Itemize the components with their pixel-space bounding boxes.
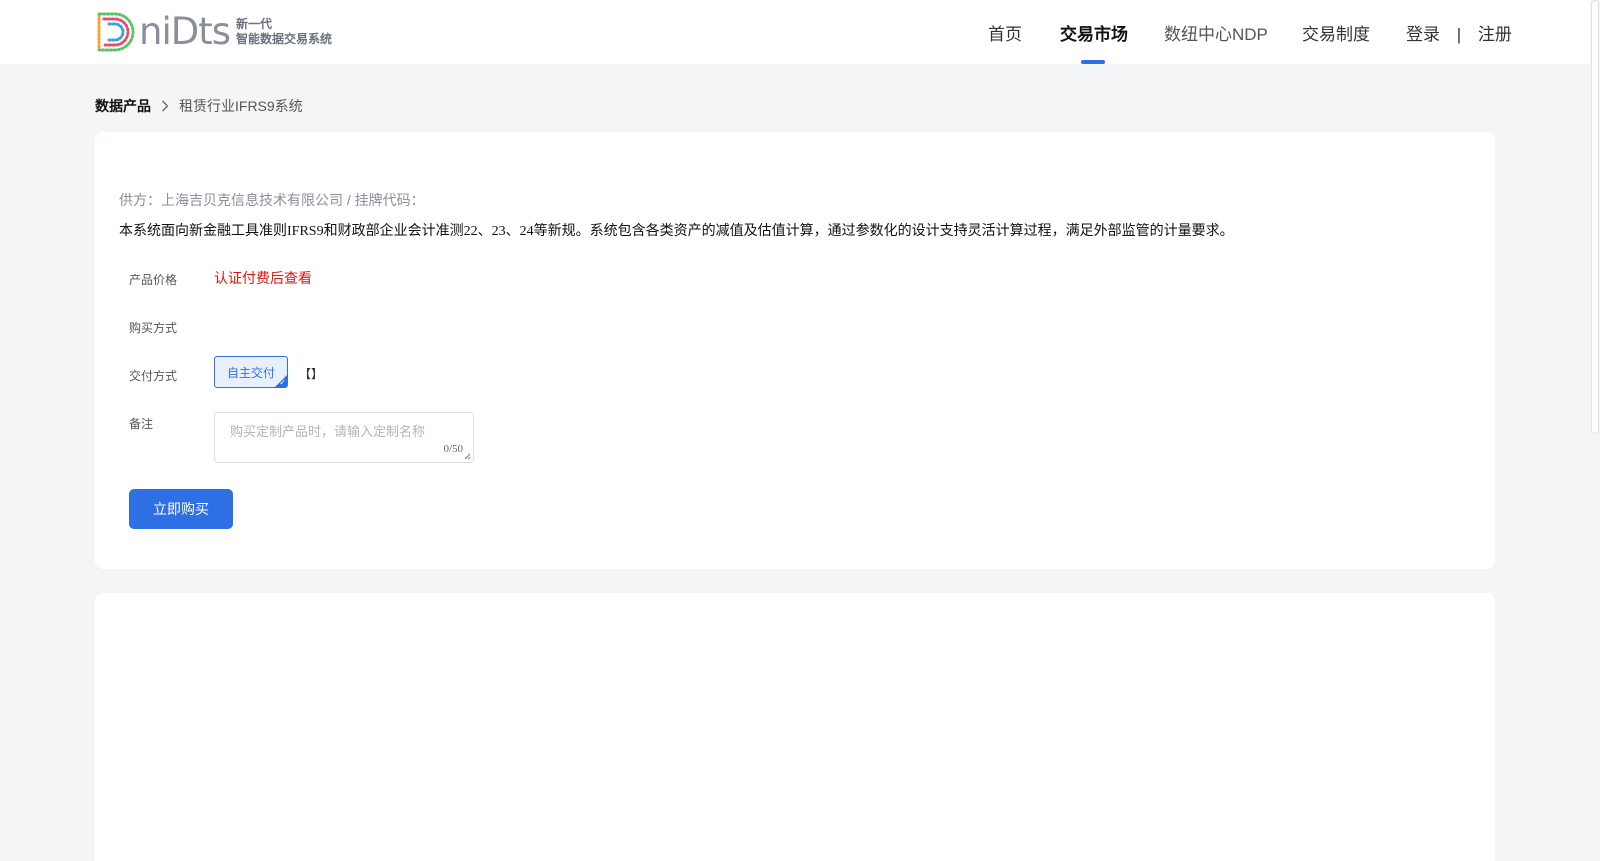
price-label: 产品价格: [129, 273, 178, 287]
remark-textarea[interactable]: 购买定制产品时，请输入定制名称 0/50: [214, 412, 474, 463]
buy-now-button[interactable]: 立即购买: [129, 489, 233, 529]
auth-links: 登录 | 注册: [1406, 20, 1512, 45]
chevron-right-icon: [162, 100, 169, 112]
remark-char-count: 0/50: [443, 443, 463, 455]
product-extra-card: [95, 593, 1495, 861]
logo-wordmark: niDts: [139, 10, 231, 53]
breadcrumb: 数据产品 租赁行业IFRS9系统: [95, 96, 303, 116]
product-detail-card: 供方：上海吉贝克信息技术有限公司 / 挂牌代码： 本系统面向新金融工具准则IFR…: [95, 132, 1495, 569]
login-link[interactable]: 登录: [1406, 25, 1440, 44]
purchase-method-label: 购买方式: [129, 321, 178, 335]
nav-trading-market[interactable]: 交易市场: [1060, 20, 1128, 45]
site-logo[interactable]: niDts 新一代 智能数据交易系统: [93, 10, 332, 54]
logo-tagline-line1: 新一代: [236, 17, 273, 31]
page-scrollbar[interactable]: [1590, 0, 1600, 861]
logo-tagline: 新一代 智能数据交易系统: [236, 17, 332, 47]
nav-trading-rules[interactable]: 交易制度: [1302, 20, 1370, 45]
breadcrumb-current: 租赁行业IFRS9系统: [179, 98, 303, 114]
product-description: 本系统面向新金融工具准则IFRS9和财政部企业会计准测22、23、24等新规。系…: [119, 224, 1234, 239]
nav-active-indicator: [1081, 60, 1105, 64]
nav-data-hub-ndp[interactable]: 数纽中心NDP: [1164, 20, 1268, 45]
supplier-line: 供方：上海吉贝克信息技术有限公司 / 挂牌代码：: [119, 192, 425, 208]
remark-placeholder: 购买定制产品时，请输入定制名称: [230, 424, 426, 439]
nav-home[interactable]: 首页: [988, 20, 1022, 45]
scrollbar-thumb[interactable]: [1591, 0, 1599, 434]
remark-label: 备注: [129, 417, 154, 431]
resize-grip-icon[interactable]: [463, 452, 471, 460]
checkmark-icon: ✓: [279, 378, 286, 387]
delivery-option-label: 自主交付: [226, 365, 275, 380]
delivery-option-self[interactable]: 自主交付 ✓: [214, 356, 288, 388]
logo-d-mark-icon: [97, 12, 135, 52]
delivery-method-label: 交付方式: [129, 369, 178, 383]
site-header: niDts 新一代 智能数据交易系统 首页 交易市场 数纽中心NDP 交易制度 …: [0, 0, 1600, 64]
price-value: 认证付费后查看: [214, 270, 312, 286]
auth-separator: |: [1456, 25, 1462, 44]
delivery-extra: 【】: [299, 367, 324, 381]
breadcrumb-root[interactable]: 数据产品: [95, 96, 151, 116]
logo-tagline-line2: 智能数据交易系统: [236, 32, 333, 46]
register-link[interactable]: 注册: [1478, 25, 1512, 44]
